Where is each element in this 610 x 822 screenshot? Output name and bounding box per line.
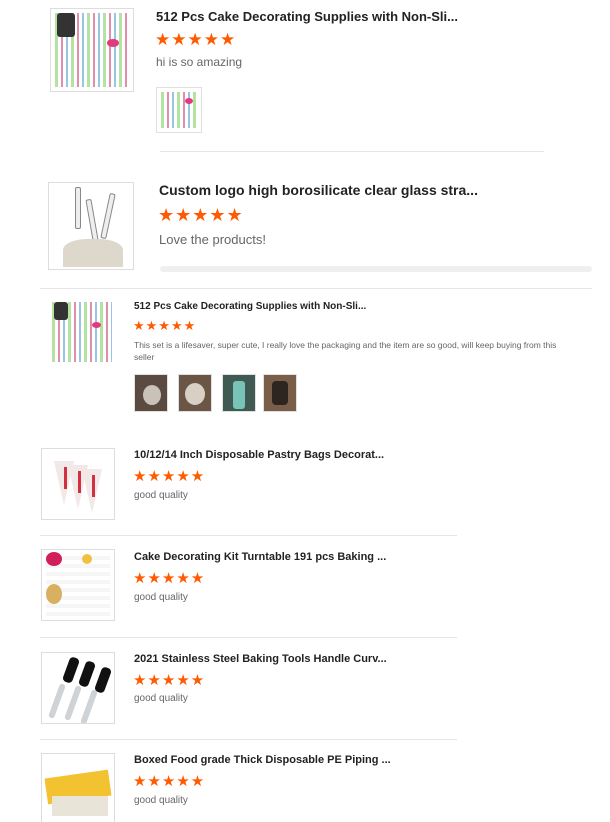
product-image-detail <box>77 660 97 688</box>
review-photo[interactable] <box>222 374 256 412</box>
product-image-detail <box>100 192 116 240</box>
product-thumbnail[interactable] <box>48 298 116 366</box>
product-image-detail <box>78 471 81 493</box>
star-rating: ★★★★★ <box>133 773 206 790</box>
review-photo[interactable] <box>178 374 212 412</box>
product-image-detail <box>107 39 119 47</box>
review-photo-image <box>233 381 245 409</box>
review-text: good quality <box>134 592 188 603</box>
review-photo-detail <box>185 98 193 104</box>
product-image-detail <box>64 467 67 489</box>
star-rating: ★★★★★ <box>133 468 206 485</box>
product-thumbnail[interactable] <box>41 549 115 621</box>
product-image-detail <box>92 322 101 328</box>
divider <box>160 151 544 152</box>
product-title[interactable]: 10/12/14 Inch Disposable Pastry Bags Dec… <box>134 449 384 461</box>
review-photo-image <box>161 92 197 128</box>
product-title[interactable]: Cake Decorating Kit Turntable 191 pcs Ba… <box>134 551 386 563</box>
product-image-detail <box>82 554 92 564</box>
product-title[interactable]: Boxed Food grade Thick Disposable PE Pip… <box>134 754 391 766</box>
product-image-detail <box>61 656 81 684</box>
product-thumbnail[interactable] <box>50 8 134 92</box>
product-title[interactable]: 512 Pcs Cake Decorating Supplies with No… <box>134 301 366 312</box>
product-thumbnail[interactable] <box>41 448 115 520</box>
product-image-detail <box>57 13 75 37</box>
review-text: good quality <box>134 795 188 806</box>
star-rating: ★★★★★ <box>158 205 244 225</box>
product-thumbnail[interactable] <box>41 753 115 822</box>
star-rating: ★★★★★ <box>155 30 237 49</box>
divider <box>40 637 457 638</box>
star-rating: ★★★★★ <box>133 318 197 333</box>
star-rating: ★★★★★ <box>133 570 206 587</box>
product-title[interactable]: Custom logo high borosilicate clear glas… <box>159 182 478 198</box>
product-image-detail <box>92 475 95 497</box>
review-text: This set is a lifesaver, super cute, I r… <box>134 340 557 362</box>
product-title[interactable]: 2021 Stainless Steel Baking Tools Handle… <box>134 653 387 665</box>
product-image-detail <box>52 796 108 816</box>
product-image-detail <box>80 689 98 723</box>
product-image-detail <box>54 302 68 320</box>
review-photo-image <box>272 381 288 405</box>
review-photo[interactable] <box>263 374 297 412</box>
review-photo-image <box>143 385 161 405</box>
product-thumbnail[interactable] <box>41 652 115 724</box>
product-image-detail <box>64 685 82 721</box>
review-photo-image <box>185 383 205 405</box>
review-text: Love the products! <box>159 232 266 247</box>
product-thumbnail[interactable] <box>48 182 134 270</box>
product-image-detail <box>85 198 99 242</box>
horizontal-scrollbar[interactable] <box>160 266 592 272</box>
review-text: good quality <box>134 490 188 501</box>
review-text: hi is so amazing <box>156 55 243 69</box>
divider <box>40 288 592 289</box>
product-image-detail <box>46 552 62 566</box>
product-image-detail <box>75 187 81 229</box>
product-image-detail <box>63 239 123 267</box>
divider <box>40 739 457 740</box>
product-image-detail <box>93 666 113 694</box>
product-image-detail <box>48 683 66 719</box>
star-rating: ★★★★★ <box>133 672 206 689</box>
product-title[interactable]: 512 Pcs Cake Decorating Supplies with No… <box>156 9 458 24</box>
product-image-detail <box>46 584 62 604</box>
divider <box>40 535 457 536</box>
review-photo[interactable] <box>134 374 168 412</box>
review-text: good quality <box>134 693 188 704</box>
review-photo[interactable] <box>156 87 202 133</box>
